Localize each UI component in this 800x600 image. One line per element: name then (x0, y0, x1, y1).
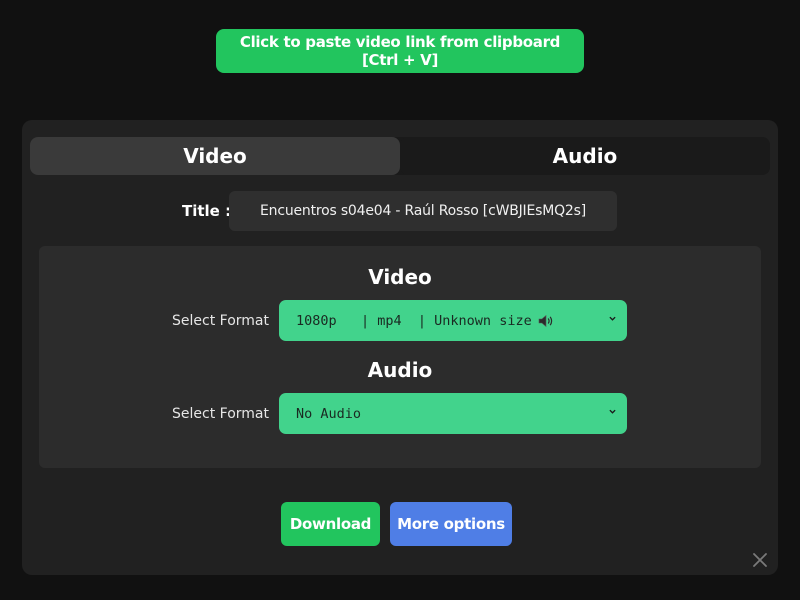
audio-section-heading: Audio (367, 358, 433, 382)
speaker-icon (538, 314, 552, 327)
tab-audio[interactable]: Audio (400, 137, 770, 175)
title-row: Title : Encuentros s04e04 - Raúl Rosso [… (22, 191, 778, 231)
format-selection-box: Video Select Format 1080p | mp4 | Unknow… (39, 246, 761, 468)
more-options-button[interactable]: More options (390, 502, 512, 546)
video-format-select[interactable]: 1080p | mp4 | Unknown size (279, 300, 627, 341)
audio-format-select[interactable]: No Audio (279, 393, 627, 434)
download-button[interactable]: Download (281, 502, 380, 546)
audio-format-value: No Audio (296, 405, 362, 422)
title-field[interactable]: Encuentros s04e04 - Raúl Rosso [cWBJIEsM… (229, 191, 617, 231)
video-select-label: Select Format (172, 313, 269, 329)
title-label: Title : (182, 202, 232, 220)
tab-bar: Video Audio (30, 137, 770, 175)
tab-video[interactable]: Video (30, 137, 400, 175)
video-section-heading: Video (368, 265, 432, 289)
download-panel: Video Audio Title : Encuentros s04e04 - … (22, 120, 778, 575)
app-page: Click to paste video link from clipboard… (0, 0, 800, 600)
audio-select-label: Select Format (172, 406, 269, 422)
paste-link-button[interactable]: Click to paste video link from clipboard… (216, 29, 584, 73)
close-icon[interactable] (751, 551, 769, 569)
video-format-value: 1080p | mp4 | Unknown size (296, 312, 532, 329)
chevron-down-icon (609, 409, 616, 414)
chevron-down-icon (609, 316, 616, 321)
